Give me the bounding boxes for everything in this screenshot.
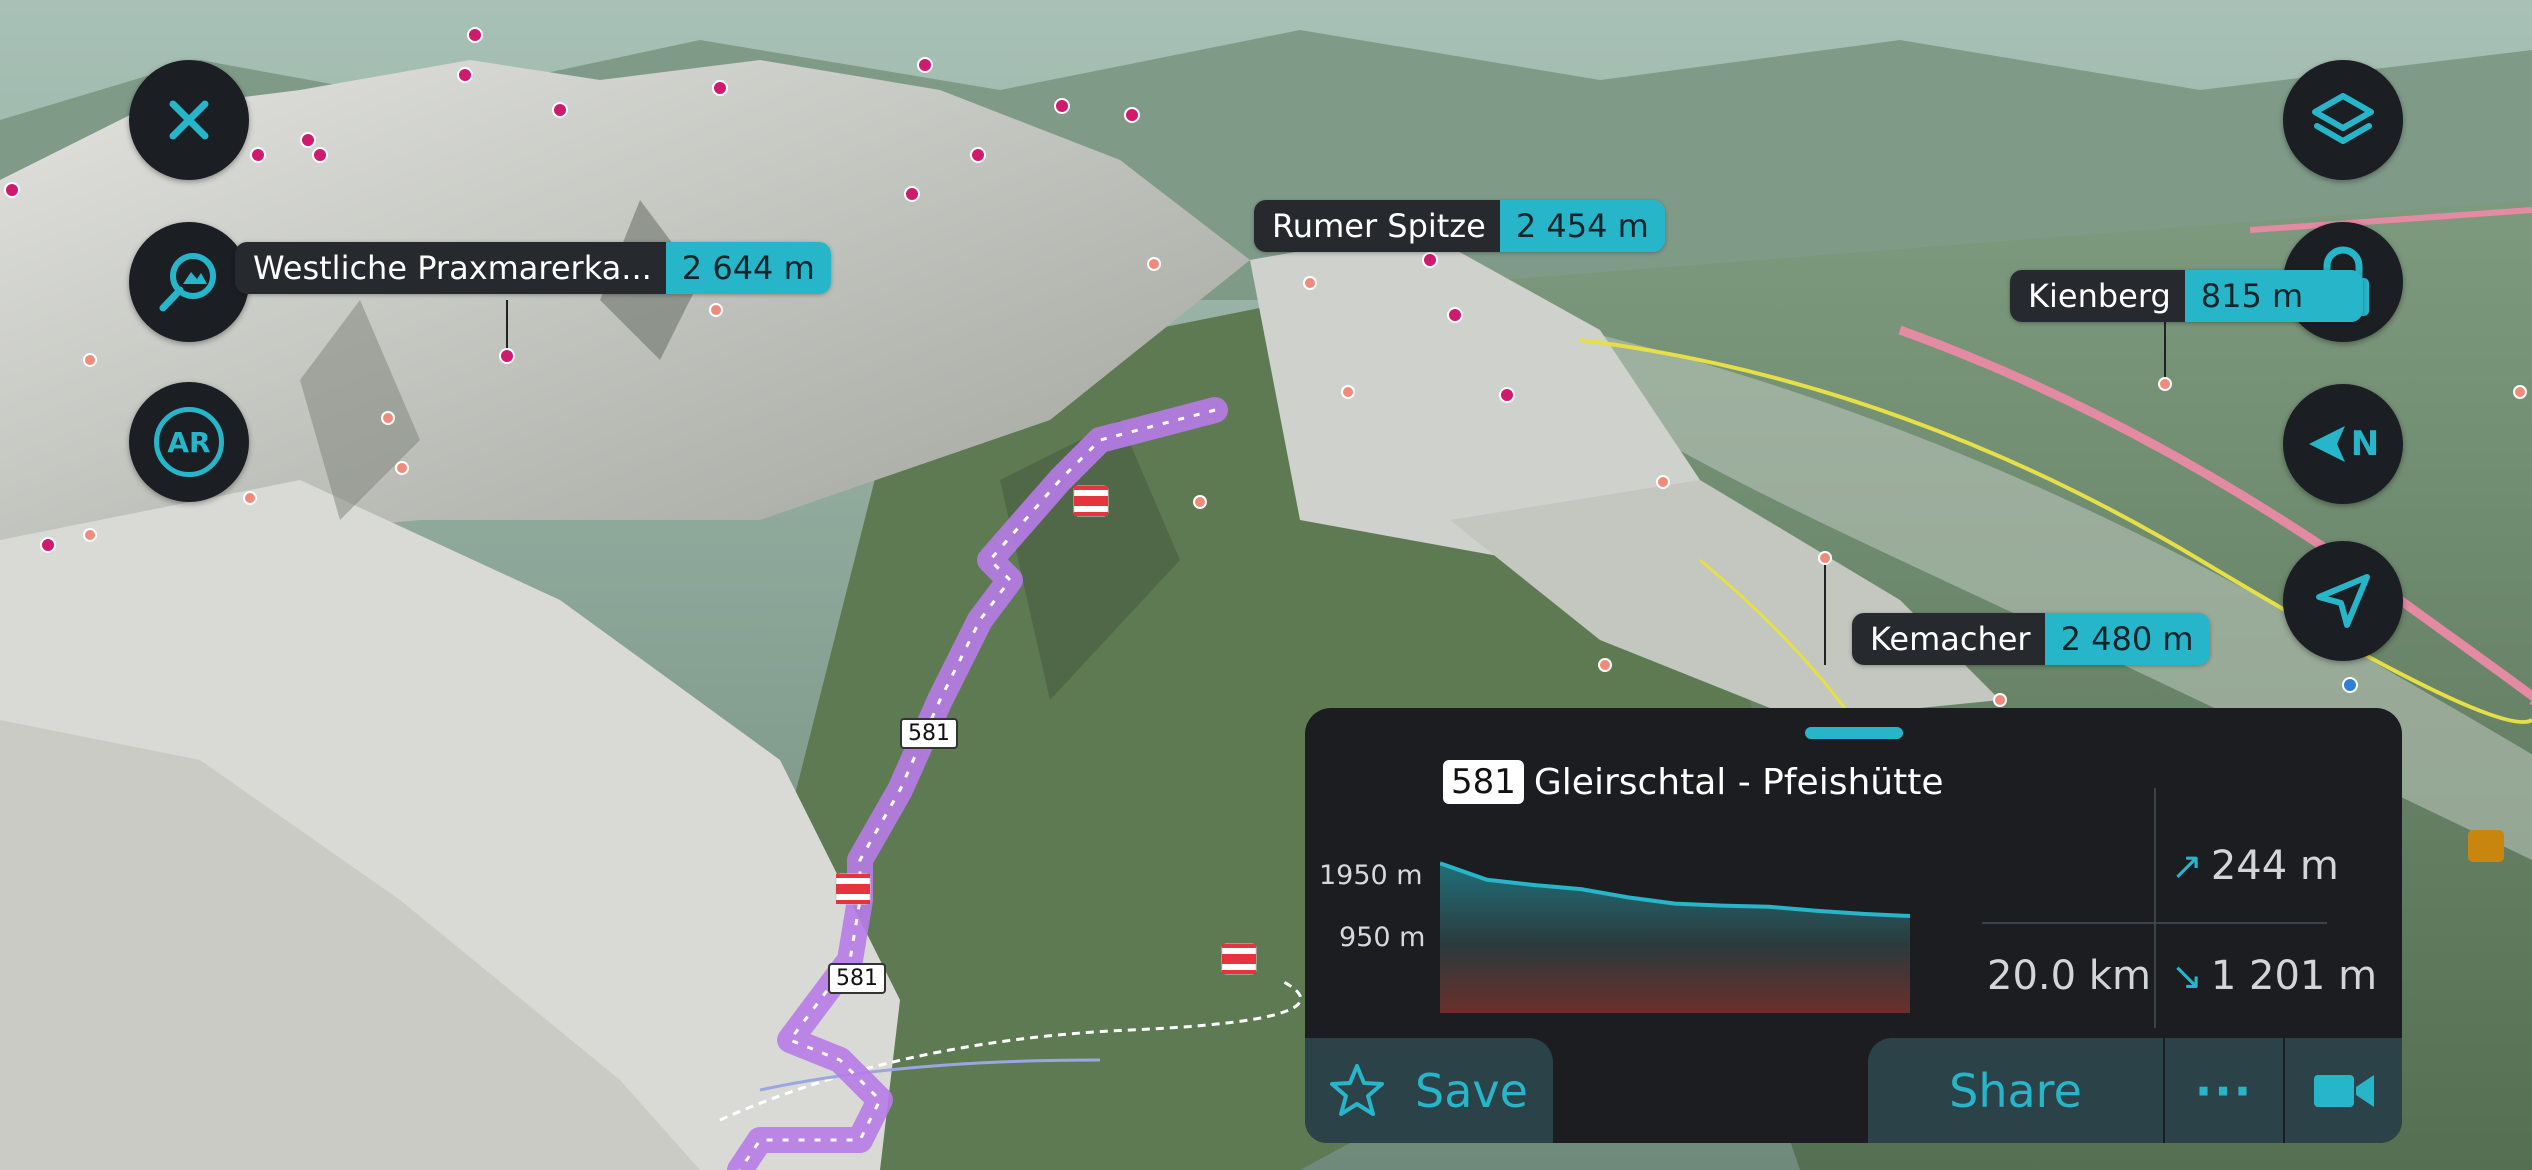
search-map-button[interactable] bbox=[129, 222, 249, 342]
peak-elevation: 2 480 m bbox=[2044, 613, 2210, 665]
peak-label[interactable]: Kemacher 2 480 m bbox=[1852, 613, 2210, 665]
ascent-value: 244 m bbox=[2210, 843, 2339, 889]
layers-button[interactable] bbox=[2283, 60, 2403, 180]
map-search-icon bbox=[159, 253, 216, 312]
location-arrow-icon bbox=[2316, 574, 2370, 628]
ar-button[interactable]: AR bbox=[129, 382, 249, 502]
panel-drag-handle[interactable] bbox=[1805, 727, 1903, 739]
peak-elevation: 2 454 m bbox=[1499, 200, 1665, 252]
descent-stat: ↘ 1 201 m bbox=[2171, 953, 2377, 999]
profile-max-label: 1950 m bbox=[1319, 860, 1423, 891]
descent-arrow-icon: ↘ bbox=[2171, 954, 2203, 998]
peak-label[interactable]: Westliche Praxmarerka... 2 644 m bbox=[235, 242, 831, 294]
elevation-profile-chart[interactable] bbox=[1440, 853, 1910, 1013]
share-button[interactable]: Share bbox=[1868, 1038, 2163, 1143]
profile-area bbox=[1440, 863, 1910, 1013]
peak-name: Westliche Praxmarerka... bbox=[235, 242, 666, 294]
layers-icon bbox=[2312, 93, 2374, 144]
save-label: Save bbox=[1415, 1063, 1528, 1118]
distance-value: 20.0 km bbox=[1987, 953, 2151, 999]
route-sign: 581 bbox=[900, 718, 958, 749]
peak-name: Kienberg bbox=[2010, 270, 2185, 322]
ar-label: AR bbox=[167, 425, 211, 459]
share-label: Share bbox=[1949, 1063, 2082, 1118]
locate-button[interactable] bbox=[2283, 541, 2403, 661]
ascent-arrow-icon: ↗ bbox=[2171, 844, 2203, 888]
video-camera-icon bbox=[2313, 1074, 2374, 1107]
close-icon bbox=[169, 100, 209, 140]
descent-value: 1 201 m bbox=[2210, 953, 2378, 999]
route-sign: 581 bbox=[828, 963, 886, 994]
peak-elevation: 2 644 m bbox=[665, 242, 831, 294]
flag-icon bbox=[1073, 485, 1109, 517]
stats-vertical-divider bbox=[2154, 788, 2156, 1028]
route-title: 581 Gleirschtal - Pfeishütte bbox=[1443, 760, 1943, 804]
star-icon bbox=[1330, 1063, 1384, 1116]
video-button[interactable] bbox=[2285, 1038, 2402, 1143]
stats-horizontal-divider bbox=[1982, 922, 2327, 924]
route-info-panel[interactable]: 581 Gleirschtal - Pfeishütte 1950 m 950 … bbox=[1305, 708, 2402, 1143]
profile-min-label: 950 m bbox=[1339, 922, 1426, 953]
compass-button[interactable]: N bbox=[2283, 384, 2403, 504]
peak-label[interactable]: Rumer Spitze 2 454 m bbox=[1254, 200, 1665, 252]
peak-label[interactable]: Kienberg 815 m bbox=[2010, 270, 2364, 322]
more-options-button[interactable]: ··· bbox=[2165, 1038, 2283, 1143]
flag-icon bbox=[1221, 943, 1257, 975]
route-number-badge: 581 bbox=[1443, 760, 1524, 804]
save-button[interactable]: Save bbox=[1305, 1038, 1553, 1143]
more-options-icon: ··· bbox=[2194, 1063, 2254, 1118]
distance-stat: 20.0 km bbox=[1987, 953, 2151, 999]
compass-label: N bbox=[2350, 424, 2380, 464]
flag-icon bbox=[835, 873, 871, 905]
route-name: Gleirschtal - Pfeishütte bbox=[1533, 761, 1944, 803]
peak-name: Kemacher bbox=[1852, 613, 2045, 665]
ar-icon: AR bbox=[154, 407, 224, 477]
ascent-stat: ↗ 244 m bbox=[2171, 843, 2339, 889]
peak-name: Rumer Spitze bbox=[1254, 200, 1500, 252]
peak-elevation: 815 m bbox=[2184, 270, 2364, 322]
compass-icon bbox=[2308, 426, 2345, 462]
close-button[interactable] bbox=[129, 60, 249, 180]
